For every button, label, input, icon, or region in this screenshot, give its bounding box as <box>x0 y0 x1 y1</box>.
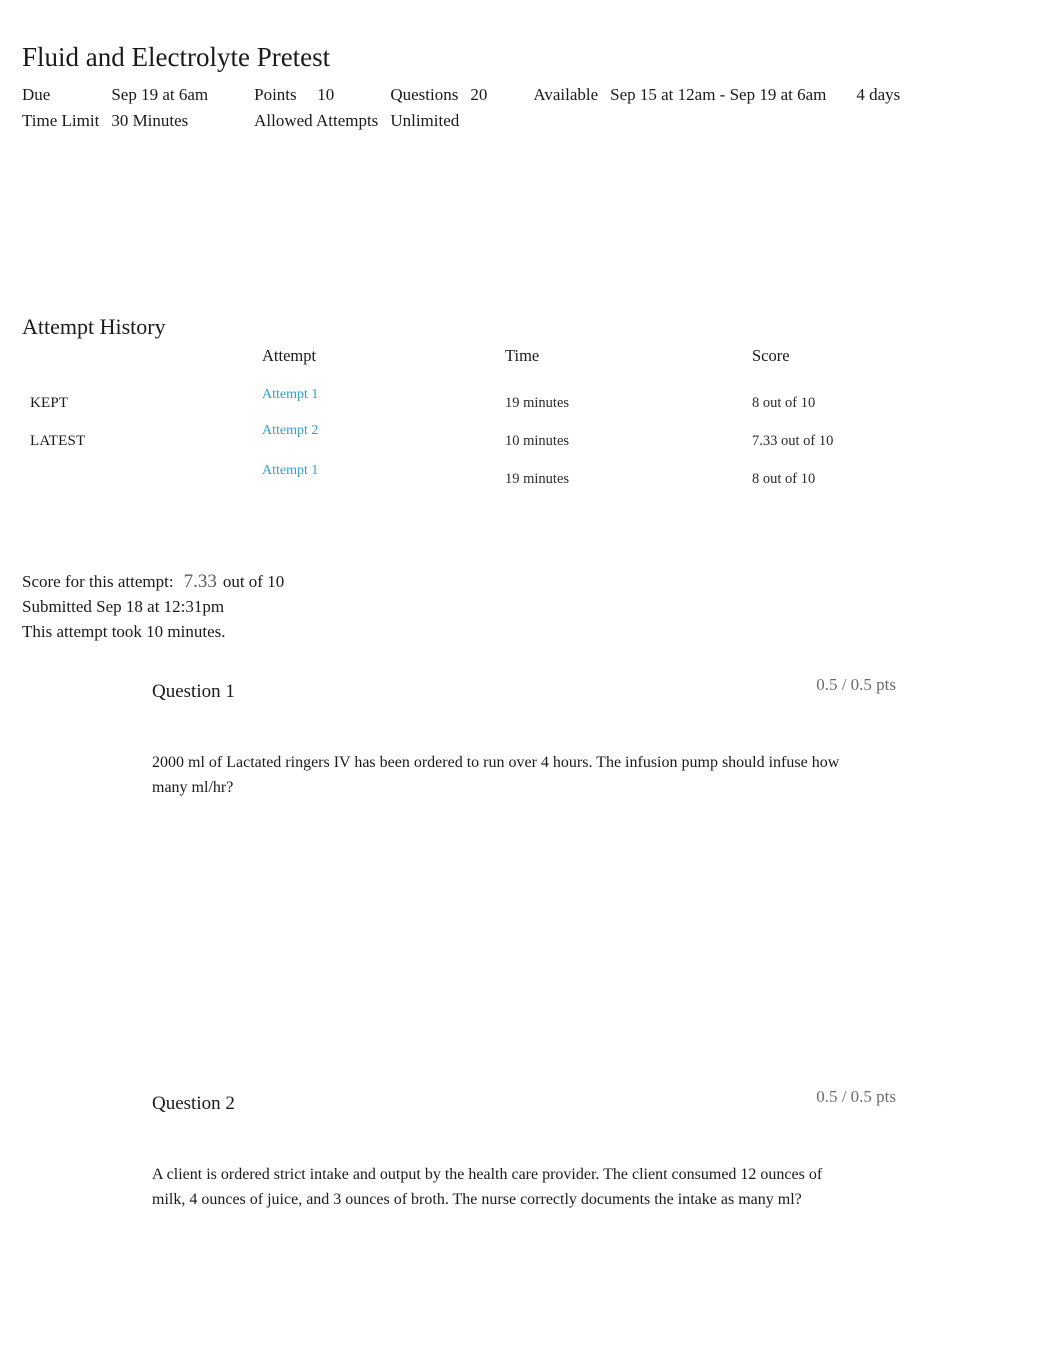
score-value: 7.33 <box>183 571 217 592</box>
column-header-attempt: Attempt <box>262 346 317 365</box>
attempt-score: 8 out of 10 <box>752 395 816 411</box>
attempt-history-heading: Attempt History <box>22 314 166 340</box>
metadata-spacer-a <box>533 108 610 134</box>
questions-value: 20 <box>470 85 488 104</box>
question-block: Question 2 0.5 / 0.5 pts A client is ord… <box>152 1086 910 1208</box>
available-label: Available <box>533 85 599 104</box>
time-limit-label: Time Limit <box>22 111 100 130</box>
questions-label: Questions <box>390 85 459 104</box>
score-out-of: out of 10 <box>222 572 285 591</box>
quiz-metadata: Due Sep 19 at 6am Points 10 Questions 20… <box>22 82 900 134</box>
page-title: Fluid and Electrolyte Pretest <box>22 42 331 73</box>
allowed-attempts-value: Unlimited <box>390 111 460 130</box>
metadata-spacer-b <box>610 108 856 134</box>
attempt-1-link[interactable]: Attempt 1 <box>262 463 318 478</box>
quiz-metadata-row-2: Time Limit 30 Minutes Allowed Attempts U… <box>22 108 900 134</box>
table-row: Attempt 1 19 minutes 8 out of 10 <box>0 460 900 498</box>
time-limit-value: 30 Minutes <box>111 111 189 130</box>
points-label: Points <box>254 85 297 104</box>
due-label: Due <box>22 85 51 104</box>
attempt-time: 10 minutes <box>505 433 570 449</box>
question-points: 0.5 / 0.5 pts <box>816 1087 896 1106</box>
attempt-link-cell: Attempt 1 <box>262 460 318 481</box>
attempt-time: 19 minutes <box>505 395 570 411</box>
attempt-link-cell: Attempt 1 <box>262 384 318 405</box>
metadata-spacer-c <box>856 108 900 134</box>
score-summary: Score for this attempt: 7.33 out of 10 Sub… <box>22 569 284 644</box>
table-row: LATEST Attempt 2 10 minutes 7.33 out of … <box>0 422 900 460</box>
attempt-status-latest: LATEST <box>30 433 86 449</box>
allowed-attempts-label: Allowed Attempts <box>254 111 379 130</box>
question-name: Question 2 <box>152 1093 235 1114</box>
question-text: A client is ordered strict intake and ou… <box>152 1166 823 1208</box>
column-header-score: Score <box>752 346 790 365</box>
attempt-score: 7.33 out of 10 <box>752 433 834 449</box>
attempt-1-link[interactable]: Attempt 1 <box>262 387 318 402</box>
score-for-this-attempt-line: Score for this attempt: 7.33 out of 10 <box>22 569 284 594</box>
points-value: 10 <box>317 85 335 104</box>
attempt-status-kept: KEPT <box>30 395 69 411</box>
quiz-metadata-row-1: Due Sep 19 at 6am Points 10 Questions 20… <box>22 82 900 108</box>
submitted-timestamp: Submitted Sep 18 at 12:31pm <box>22 597 225 616</box>
question-header: Question 2 0.5 / 0.5 pts <box>152 1086 910 1120</box>
score-label: Score for this attempt: <box>22 572 174 591</box>
available-value: Sep 15 at 12am - Sep 19 at 6am <box>610 85 827 104</box>
question-header: Question 1 0.5 / 0.5 pts <box>152 674 910 708</box>
attempt-link-cell: Attempt 2 <box>262 420 318 441</box>
question-points: 0.5 / 0.5 pts <box>816 675 896 694</box>
attempt-2-link[interactable]: Attempt 2 <box>262 423 318 438</box>
attempt-history-header-row: Attempt Time Score <box>0 346 900 384</box>
attempt-time: 19 minutes <box>505 471 570 487</box>
table-row: KEPT Attempt 1 19 minutes 8 out of 10 <box>0 384 900 422</box>
question-block: Question 1 0.5 / 0.5 pts 2000 ml of Lact… <box>152 674 910 796</box>
question-text: 2000 ml of Lactated ringers IV has been … <box>152 754 840 796</box>
column-header-time: Time <box>505 346 540 365</box>
attempt-duration: This attempt took 10 minutes. <box>22 622 226 641</box>
available-duration: 4 days <box>856 85 901 104</box>
question-name: Question 1 <box>152 681 235 702</box>
due-value: Sep 19 at 6am <box>111 85 209 104</box>
attempt-score: 8 out of 10 <box>752 471 816 487</box>
attempt-history-table: Attempt Time Score KEPT Attempt 1 19 min… <box>0 346 900 498</box>
